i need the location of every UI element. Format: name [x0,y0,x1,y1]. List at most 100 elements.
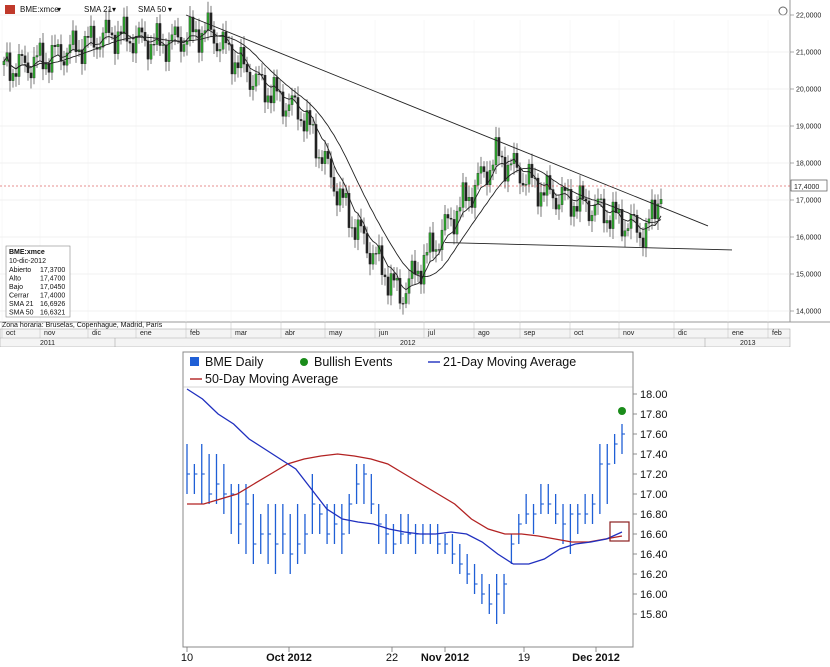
info-row-value: 17,0450 [40,284,65,291]
candle-body [53,45,57,47]
candle-body [602,198,606,224]
candle-body [524,184,528,186]
candle-body [326,151,330,159]
candle-body [464,182,468,202]
candle-body [368,252,372,265]
month-label: dic [92,330,101,337]
candle-body [293,95,297,98]
candle-body [521,183,525,186]
candle-body [605,220,609,224]
y-tick-label: 16.40 [640,549,668,561]
candle-body [557,204,561,210]
candle-body [494,137,498,166]
candle-body [83,36,87,65]
info-date: 10-dic-2012 [9,258,46,265]
month-label: sep [524,330,535,337]
candle-body [194,29,198,33]
month-label: nov [44,330,56,337]
month-label: feb [190,330,200,337]
candle-body [404,293,408,304]
candle-body [254,73,258,87]
y-tick-label: 19,0000 [796,124,821,131]
sma50-label[interactable]: SMA 50 [138,5,167,14]
candle-body [425,252,429,256]
candle-body [416,270,420,275]
timezone-note: Zona horaria: Bruselas, Copenhague, Madr… [2,322,163,329]
candle-body [449,217,453,220]
candle-body [155,23,159,45]
candle-body [206,12,210,31]
candle-body [17,54,21,77]
candle-body [329,158,333,178]
candle-body [122,16,126,34]
month-label: jul [427,330,435,337]
candle-body [641,237,645,248]
info-row-label: Abierto [9,267,31,274]
last-price-label: 17,4000 [794,184,819,191]
y-tick-label: 17,0000 [796,198,821,205]
month-label: feb [772,330,782,337]
candle-body [428,232,432,253]
candle-body [218,49,222,52]
candle-body [269,95,273,104]
y-tick-label: 18.00 [640,389,668,401]
y-tick-label: 15,0000 [796,272,821,279]
legend-swatch-bullish [300,358,308,366]
info-row-label: SMA 21 [9,301,34,308]
candle-body [431,232,435,252]
candle-body [380,245,384,276]
bottom-chart: BME Daily Bullish Events 21-Day Moving A… [0,347,830,667]
sma50-dropdown-icon[interactable]: ▾ [168,5,172,14]
candle-body [473,184,477,208]
candle-body [71,30,75,45]
candle-body [644,223,648,248]
candle-body [131,43,135,54]
candle-body [317,157,321,159]
y-tick-label: 15.80 [640,609,668,621]
y-tick-label: 16.80 [640,509,668,521]
candle-body [251,85,255,90]
sma21-label[interactable]: SMA 21 [84,5,113,14]
month-label: oct [6,330,15,337]
y-tick-label: 18,0000 [796,161,821,168]
candle-body [653,199,657,220]
candle-body [353,227,357,240]
symbol-label[interactable]: BME:xmce [20,5,59,14]
candle-body [161,44,165,46]
month-label: mar [235,330,248,337]
info-row-label: Bajo [9,284,23,291]
sma21-dropdown-icon[interactable]: ▾ [112,5,116,14]
candle-body [638,232,642,239]
candle-body [14,73,18,77]
y-tick-label: 21,0000 [796,50,821,57]
candle-body [62,61,66,66]
info-row-value: 17,4700 [40,276,65,283]
candle-body [125,16,129,42]
candle-body [539,192,543,207]
x-tick-label: Nov 2012 [421,652,469,664]
candle-body [266,95,270,103]
y-tick-label: 14,0000 [796,309,821,316]
bullish-event-marker [618,407,626,415]
candle-body [35,55,39,58]
month-label: nov [623,330,635,337]
candle-body [32,56,36,79]
symbol-dropdown-icon[interactable]: ▾ [57,5,61,14]
x-tick-label: 10 [181,652,193,664]
candle-body [80,49,84,65]
y-tick-label: 17.40 [640,449,668,461]
candle-body [467,196,471,202]
candle-body [323,151,327,164]
candle-body [620,209,624,237]
candle-body [509,163,513,166]
info-title: BME:xmce [9,249,45,256]
x-tick-label: Oct 2012 [266,652,312,664]
candle-body [320,157,324,164]
candle-body [41,42,45,70]
candle-body [197,29,201,53]
app-logo-icon [5,5,15,14]
candle-body [374,253,378,255]
candle-body [527,163,531,185]
candle-body [311,124,315,126]
candle-body [236,62,240,69]
